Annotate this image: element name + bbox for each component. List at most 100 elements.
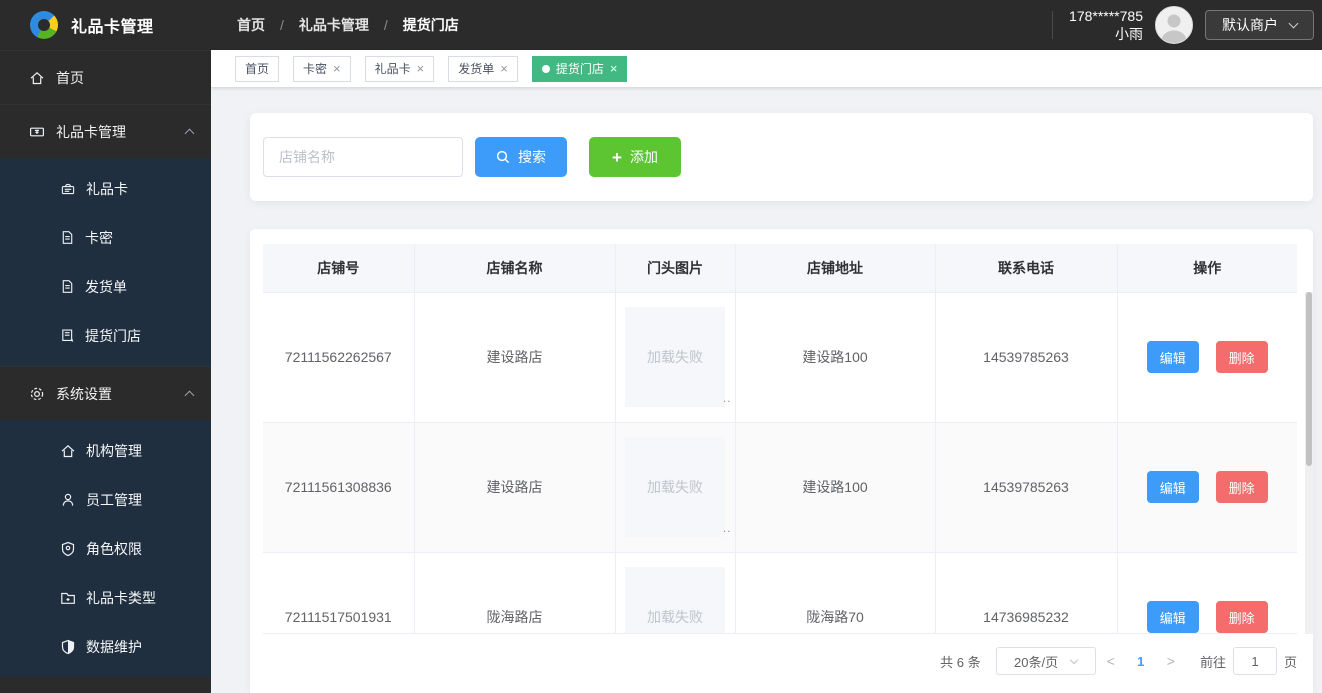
col-header-actions: 操作 <box>1117 244 1297 293</box>
prev-page-button[interactable]: < <box>1107 653 1115 669</box>
add-button[interactable]: + 添加 <box>589 137 681 177</box>
edit-button[interactable]: 编辑 <box>1146 471 1199 503</box>
sidebar: 首页 礼品卡管理 礼品卡 卡密 发货单 提货门店 系统设置 机构管理 员工管理 … <box>0 50 211 693</box>
sidebar-item-label: 数据维护 <box>86 638 142 655</box>
tab-label: 礼品卡 <box>374 62 411 76</box>
sidebar-group-system-settings[interactable]: 系统设置 <box>0 366 211 420</box>
sidebar-item-label: 员工管理 <box>86 491 142 508</box>
shop-name-input[interactable] <box>263 137 463 177</box>
close-icon[interactable]: × <box>610 62 618 75</box>
search-button[interactable]: 搜索 <box>475 137 567 177</box>
breadcrumb-separator: / <box>280 17 284 33</box>
sidebar-item-staff-mgmt[interactable]: 员工管理 <box>0 475 211 524</box>
sidebar-item-label: 卡密 <box>85 229 113 246</box>
cell-phone: 14539785263 <box>935 422 1118 553</box>
merchant-label: 默认商户 <box>1222 17 1278 33</box>
col-header-shop-name: 店铺名称 <box>414 244 616 293</box>
pagination: 共 6 条 20条/页 < 1 > 前往 页 <box>263 647 1305 675</box>
user-name: 小雨 <box>1115 26 1143 42</box>
broken-image-placeholder: 加载失败 <box>625 437 725 537</box>
cell-shop-id: 72111561308836 <box>263 422 415 553</box>
store-table: 店铺号 店铺名称 门头图片 店铺地址 联系电话 操作 7211156226256… <box>263 244 1297 633</box>
sidebar-item-pickup-store[interactable]: 提货门店 <box>0 311 211 360</box>
page-content: 搜索 + 添加 店铺号 <box>211 88 1322 693</box>
sidebar-item-role-permission[interactable]: 角色权限 <box>0 524 211 573</box>
sidebar-item-giftcard[interactable]: 礼品卡 <box>0 164 211 213</box>
caret-up-icon <box>184 128 195 139</box>
sidebar-item-label: 发货单 <box>85 278 127 295</box>
chevron-down-icon <box>1069 655 1079 664</box>
plus-icon: + <box>612 147 622 167</box>
tab-label: 发货单 <box>458 62 495 76</box>
next-page-button[interactable]: > <box>1167 653 1175 669</box>
cell-shop-name: 建设路店 <box>414 292 616 423</box>
tab-label: 首页 <box>245 62 270 76</box>
tab-giftcard[interactable]: 礼品卡 × <box>364 55 435 82</box>
active-tab-dot-icon <box>541 64 550 73</box>
breadcrumb-home[interactable]: 首页 <box>237 15 265 35</box>
sidebar-group-label: 系统设置 <box>56 385 112 402</box>
delete-button[interactable]: 删除 <box>1215 471 1268 503</box>
table-scrollbar-track[interactable] <box>1305 292 1313 634</box>
sidebar-item-org-mgmt[interactable]: 机构管理 <box>0 426 211 475</box>
document-icon <box>62 231 73 244</box>
home-icon <box>30 71 44 84</box>
breadcrumb-separator: / <box>383 17 388 33</box>
broken-image-placeholder: 加载失败 <box>625 567 725 633</box>
tab-shipment[interactable]: 发货单 × <box>448 55 518 82</box>
sidebar-item-data-maintenance[interactable]: 数据维护 <box>0 622 211 671</box>
current-page-number[interactable]: 1 <box>1132 654 1150 669</box>
breadcrumb: 首页 / 礼品卡管理 / 提货门店 <box>237 15 459 35</box>
table-scroll-area[interactable]: 店铺号 店铺名称 门头图片 店铺地址 联系电话 操作 7211156226256… <box>263 244 1297 634</box>
cell-address: 建设路100 <box>735 292 936 423</box>
edit-button[interactable]: 编辑 <box>1146 601 1199 633</box>
close-icon[interactable]: × <box>417 62 425 75</box>
delete-button[interactable]: 删除 <box>1215 601 1268 633</box>
cell-address: 建设路100 <box>735 422 936 553</box>
sidebar-group-label: 礼品卡管理 <box>56 123 126 140</box>
cell-phone: 14539785263 <box>935 292 1118 423</box>
folder-icon <box>61 592 75 604</box>
close-icon[interactable]: × <box>500 62 508 75</box>
sidebar-item-home[interactable]: 首页 <box>0 50 211 104</box>
col-header-address: 店铺地址 <box>735 244 936 293</box>
app-title: 礼品卡管理 <box>71 19 154 36</box>
cell-storefront-image: 加载失败 .. <box>615 292 736 423</box>
tab-card-secret[interactable]: 卡密 × <box>293 55 351 82</box>
caret-up-icon <box>184 390 195 401</box>
cell-storefront-image: 加载失败 .. <box>615 422 736 553</box>
tab-pickup-store-active[interactable]: 提货门店 × <box>531 55 628 82</box>
sidebar-item-label: 角色权限 <box>86 540 142 557</box>
cell-shop-id: 72111517501931 <box>263 552 415 633</box>
table-header-row: 店铺号 店铺名称 门头图片 店铺地址 联系电话 操作 <box>263 244 1297 293</box>
merchant-select-button[interactable]: 默认商户 <box>1205 10 1314 40</box>
user-icon <box>62 493 74 506</box>
table-row: 72111562262567 建设路店 加载失败 .. 建设路100 14539… <box>263 292 1297 423</box>
topbar-divider <box>1052 11 1054 39</box>
sidebar-item-shipment[interactable]: 发货单 <box>0 262 211 311</box>
edit-button[interactable]: 编辑 <box>1146 341 1199 373</box>
logo-area: 礼品卡管理 <box>0 11 211 39</box>
col-header-shop-id: 店铺号 <box>263 244 415 293</box>
gift-sign-icon <box>61 183 75 194</box>
sidebar-group-giftcard-mgmt[interactable]: 礼品卡管理 <box>0 104 211 158</box>
breadcrumb-giftcard-mgmt[interactable]: 礼品卡管理 <box>299 15 369 35</box>
sidebar-item-giftcard-type[interactable]: 礼品卡类型 <box>0 573 211 622</box>
shield-check-icon <box>61 541 75 556</box>
tab-home[interactable]: 首页 <box>235 55 280 82</box>
page-size-select[interactable]: 20条/页 <box>995 647 1096 675</box>
broken-image-placeholder: 加载失败 <box>625 307 725 407</box>
col-header-storefront-image: 门头图片 <box>615 244 736 293</box>
topbar-right: 178*****785 小雨 默认商户 <box>1052 6 1322 44</box>
cell-actions: 编辑 删除 <box>1117 292 1297 423</box>
cell-shop-name: 陇海路店 <box>414 552 616 633</box>
table-scrollbar-thumb[interactable] <box>1306 292 1312 466</box>
close-icon[interactable]: × <box>333 62 341 75</box>
goto-page-input[interactable] <box>1232 647 1277 675</box>
delete-button[interactable]: 删除 <box>1215 341 1268 373</box>
table-row: 72111517501931 陇海路店 加载失败 .. 陇海路70 147369… <box>263 552 1297 633</box>
search-button-label: 搜索 <box>518 149 546 165</box>
ticket-icon <box>30 127 45 136</box>
avatar[interactable] <box>1155 6 1193 44</box>
sidebar-item-card-secret[interactable]: 卡密 <box>0 213 211 262</box>
